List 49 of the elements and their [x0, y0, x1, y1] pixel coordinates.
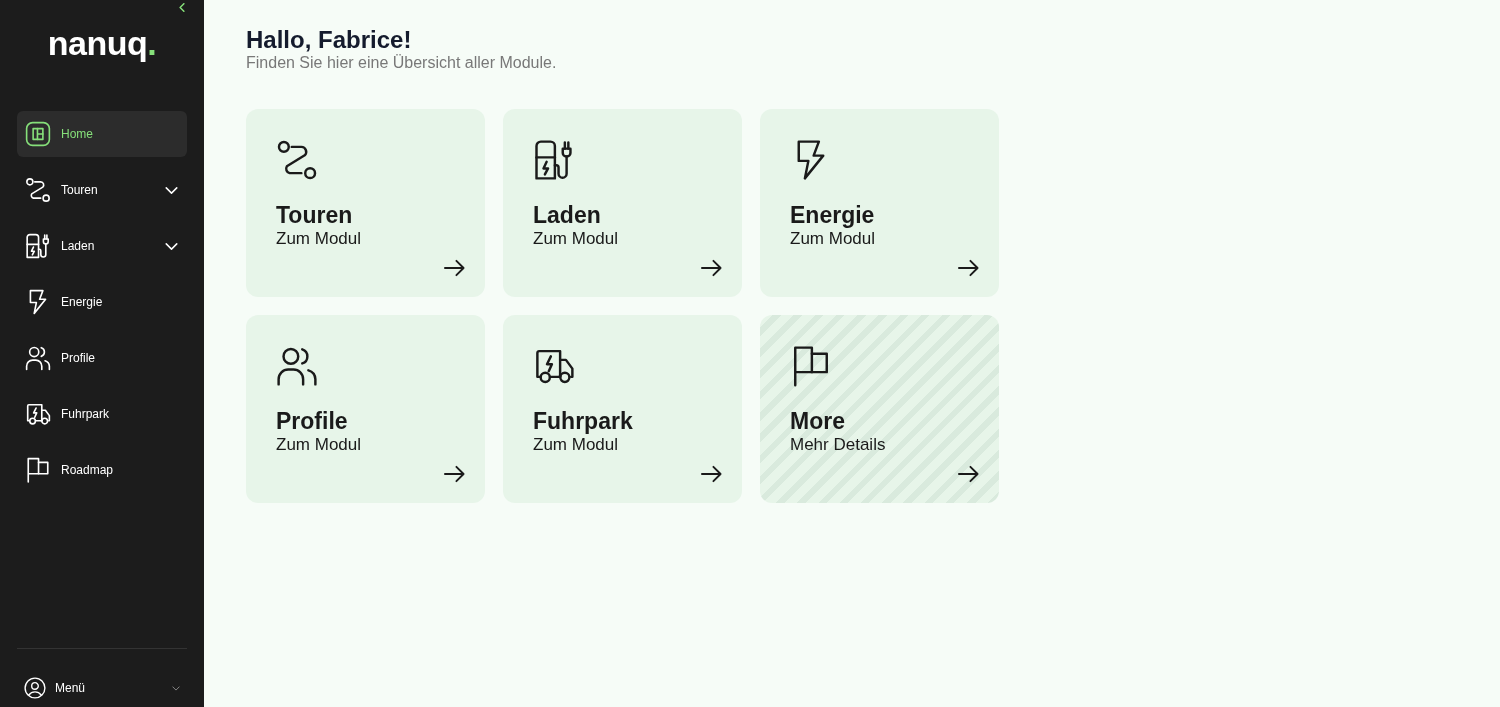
card-subtitle: Zum Modul — [533, 435, 619, 455]
more-card[interactable]: More Mehr Details — [760, 315, 999, 503]
nav-item[interactable]: Fuhrpark — [17, 391, 187, 437]
truck-icon — [25, 401, 51, 427]
ev-charger-icon — [25, 233, 51, 259]
module-card[interactable]: Energie Zum Modul — [760, 109, 999, 297]
route-icon — [25, 177, 51, 203]
card-title: Profile — [276, 408, 348, 434]
nav-item[interactable]: Roadmap — [17, 447, 187, 493]
nav-item[interactable]: Laden — [17, 223, 187, 269]
arrow-right-icon — [444, 465, 465, 483]
nav-item[interactable]: Touren — [17, 167, 187, 213]
card-title: Fuhrpark — [533, 408, 633, 434]
module-card[interactable]: Fuhrpark Zum Modul — [503, 315, 742, 503]
arrow-right-icon — [958, 259, 979, 277]
chevron-left-icon[interactable] — [179, 3, 185, 12]
users-icon — [276, 345, 318, 387]
card-subtitle: Zum Modul — [790, 229, 876, 249]
card-subtitle: Mehr Details — [790, 435, 886, 455]
account-menu-button[interactable]: Menü — [17, 669, 187, 707]
chevron-down-icon — [172, 685, 180, 691]
module-card[interactable]: Profile Zum Modul — [246, 315, 485, 503]
greeting-title: Hallo, Fabrice! — [246, 26, 413, 54]
card-subtitle: Zum Modul — [276, 435, 362, 455]
module-card[interactable]: Touren Zum Modul — [246, 109, 485, 297]
arrow-right-icon — [701, 465, 722, 483]
card-title: Laden — [533, 202, 601, 228]
logo: nanuq. — [47, 23, 157, 63]
card-title: Touren — [276, 202, 353, 228]
module-card[interactable]: Laden Zum Modul — [503, 109, 742, 297]
users-icon — [25, 345, 51, 371]
arrow-right-icon — [958, 465, 979, 483]
page-subtitle: Finden Sie hier eine Übersicht aller Module. — [246, 54, 558, 72]
route-icon — [276, 139, 318, 181]
nav-item[interactable]: Energie — [17, 279, 187, 325]
layout-icon — [25, 121, 51, 147]
chevron-down-icon — [165, 242, 178, 250]
nav-item[interactable]: Home — [17, 111, 187, 157]
ev-charger-icon — [533, 139, 575, 181]
card-subtitle: Zum Modul — [533, 229, 619, 249]
user-circle-icon — [24, 677, 46, 699]
card-title: More — [790, 408, 845, 434]
flag-icon — [25, 457, 51, 483]
arrow-right-icon — [444, 259, 465, 277]
arrow-right-icon — [701, 259, 722, 277]
chevron-down-icon — [165, 186, 178, 194]
card-subtitle: Zum Modul — [276, 229, 362, 249]
nav-item[interactable]: Profile — [17, 335, 187, 381]
card-title: Energie — [790, 202, 875, 228]
